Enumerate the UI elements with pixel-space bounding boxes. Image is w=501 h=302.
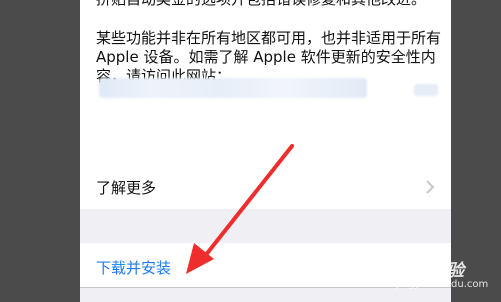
left-background — [0, 0, 80, 302]
blurred-link — [99, 78, 367, 98]
chevron-right-icon — [426, 180, 435, 194]
learn-more-row[interactable]: 了解更多 — [80, 165, 451, 209]
learn-more-label: 了解更多 — [96, 179, 157, 197]
description-top-line: 拼贴自动奥金的选项开包括错误修复和其他改进。 — [96, 0, 441, 9]
watermark-url: jingyan.baidu.com — [396, 279, 489, 290]
blurred-link-end — [414, 84, 438, 96]
download-install-button[interactable]: 下载并安装 — [96, 257, 171, 278]
update-description: 拼贴自动奥金的选项开包括错误修复和其他改进。 某些功能并非在所有地区都可用，也并… — [80, 0, 451, 165]
watermark-brand: Bai 经验 — [394, 261, 465, 281]
baidu-watermark: Bai 经验 jingyan.baidu.com — [392, 254, 496, 294]
section-gap — [80, 209, 451, 243]
